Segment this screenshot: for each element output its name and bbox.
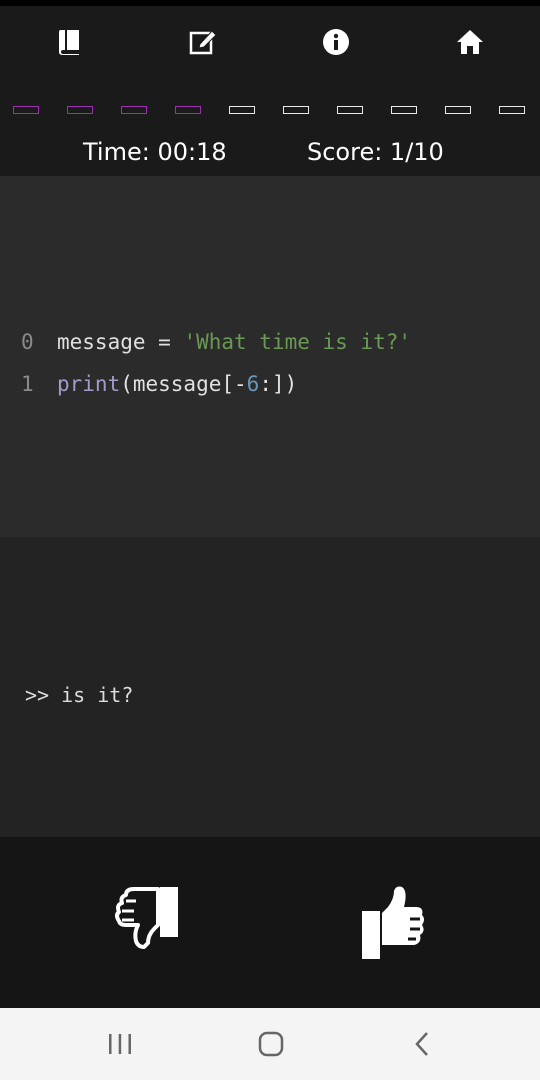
- output-panel: >> is it?: [0, 537, 540, 837]
- progress-segment: [175, 106, 201, 114]
- progress-segment: [229, 106, 255, 114]
- progress-segment: [13, 106, 39, 114]
- thumbs-down-button[interactable]: [112, 881, 192, 961]
- code-token: 6: [246, 372, 260, 396]
- code-token: print: [57, 372, 121, 396]
- line-number: 1: [21, 372, 34, 396]
- code-token: message =: [57, 330, 184, 354]
- progress-segment: [67, 106, 93, 114]
- edit-icon[interactable]: [183, 22, 223, 62]
- back-icon[interactable]: [402, 1026, 442, 1062]
- code-text: print(message[-6:]): [57, 372, 297, 396]
- line-number: 0: [21, 330, 34, 354]
- code-token: :]): [259, 372, 298, 396]
- question-progress: [0, 106, 540, 126]
- info-icon[interactable]: [316, 22, 356, 62]
- home-icon[interactable]: [450, 22, 490, 62]
- progress-segment: [283, 106, 309, 114]
- recent-apps-icon[interactable]: [100, 1026, 140, 1062]
- stats-row: Time: 00:18 Score: 1/10: [0, 138, 540, 174]
- answer-bar: [0, 837, 540, 1008]
- thumbs-up-icon: [362, 886, 424, 959]
- home-nav-icon[interactable]: [251, 1026, 291, 1062]
- thumbs-up-button[interactable]: [352, 881, 432, 961]
- code-text: message = 'What time is it?': [57, 330, 411, 354]
- thumbs-down-icon: [115, 887, 178, 949]
- progress-segment: [337, 106, 363, 114]
- progress-segment: [121, 106, 147, 114]
- book-icon[interactable]: [50, 22, 90, 62]
- score-label: Score: 1/10: [307, 138, 444, 166]
- time-label: Time: 00:18: [83, 138, 227, 166]
- code-token: 'What time is it?': [183, 330, 412, 354]
- code-panel: 0 message = 'What time is it?' 1 print(mess…: [0, 176, 540, 537]
- top-bar: Time: 00:18 Score: 1/10: [0, 0, 540, 176]
- code-token: (message[-: [120, 372, 247, 396]
- progress-segment: [391, 106, 417, 114]
- output-text: >> is it?: [25, 683, 134, 707]
- progress-segment: [445, 106, 471, 114]
- progress-segment: [499, 106, 525, 114]
- system-nav-bar: [0, 1008, 540, 1080]
